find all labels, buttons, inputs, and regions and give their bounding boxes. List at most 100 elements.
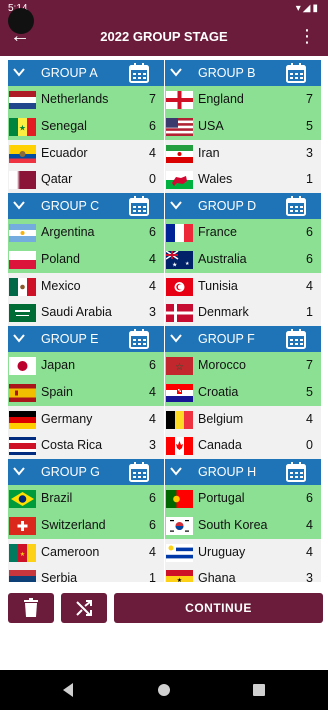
team-row[interactable]: Portugal 6	[165, 485, 321, 512]
team-row[interactable]: ☆ Morocco 7	[165, 352, 321, 379]
team-row[interactable]: Wales 1	[165, 166, 321, 193]
chevron-down-icon[interactable]	[169, 65, 183, 79]
group-card: GROUP B England 7 USA 5 Iran 3 Wales 1	[165, 60, 321, 193]
calendar-icon[interactable]	[285, 328, 307, 350]
team-row[interactable]: Netherlands 7	[8, 86, 164, 113]
team-points: 0	[306, 438, 313, 453]
team-row[interactable]: Denmark 1	[165, 299, 321, 326]
team-row[interactable]: USA 5	[165, 112, 321, 140]
team-row[interactable]: England 7	[165, 86, 321, 113]
team-points: 4	[149, 145, 156, 160]
flag-wa-icon	[166, 171, 193, 190]
chevron-down-icon[interactable]	[12, 464, 26, 478]
team-row[interactable]: Spain 4	[8, 378, 164, 406]
team-points: 1	[149, 571, 156, 582]
team-row[interactable]: Tunisia 4	[165, 272, 321, 300]
calendar-icon[interactable]	[128, 62, 150, 84]
nav-recents-icon[interactable]	[249, 680, 269, 700]
action-bar: CONTINUE	[0, 585, 328, 670]
team-points: 6	[149, 358, 156, 372]
group-header[interactable]: GROUP F	[165, 326, 321, 352]
team-name: Qatar	[41, 172, 73, 187]
team-row[interactable]: Brazil 6	[8, 485, 164, 512]
calendar-icon[interactable]	[128, 328, 150, 350]
team-row[interactable]: Belgium 4	[165, 405, 321, 433]
team-row[interactable]: Serbia 1	[8, 565, 164, 582]
shuffle-button[interactable]	[61, 593, 107, 623]
calendar-icon[interactable]	[285, 195, 307, 217]
team-row[interactable]: Iran 3	[165, 139, 321, 167]
team-points: 6	[306, 225, 313, 239]
group-card: GROUP D France 6 ★ ★ Australia 6 Tunisia …	[165, 193, 321, 326]
team-name: Iran	[198, 145, 220, 160]
group-header[interactable]: GROUP E	[8, 326, 164, 352]
flag-sa-icon	[9, 304, 36, 323]
group-card: GROUP H Portugal 6 South Korea 4 Uruguay…	[165, 459, 321, 582]
group-header[interactable]: GROUP H	[165, 459, 321, 485]
calendar-icon[interactable]	[128, 195, 150, 217]
team-row[interactable]: ★ Cameroon 4	[8, 538, 164, 566]
group-header[interactable]: GROUP A	[8, 60, 164, 86]
group-header[interactable]: GROUP C	[8, 193, 164, 219]
team-name: France	[198, 225, 237, 239]
team-name: Uruguay	[198, 544, 246, 559]
chevron-down-icon[interactable]	[12, 331, 26, 345]
group-header[interactable]: GROUP B	[165, 60, 321, 86]
team-row[interactable]: Uruguay 4	[165, 538, 321, 566]
team-row[interactable]: ★ Ghana 3	[165, 565, 321, 582]
team-points: 4	[306, 411, 313, 426]
status-bar: 5:14 ▾◢▮	[0, 0, 328, 34]
team-row[interactable]: Croatia 5	[165, 378, 321, 406]
team-row[interactable]: South Korea 4	[165, 511, 321, 539]
group-pair: GROUP E Japan 6 Spain 4 Germany 4 Costa …	[8, 326, 321, 459]
more-vert-icon[interactable]: ⋮	[298, 24, 316, 48]
team-points: 3	[149, 438, 156, 453]
team-points: 6	[149, 225, 156, 239]
chevron-down-icon[interactable]	[169, 464, 183, 478]
wifi-icon: ▾	[295, 3, 303, 14]
continue-button[interactable]: CONTINUE	[114, 593, 323, 623]
flag-en-icon	[166, 91, 193, 109]
team-row[interactable]: Mexico 4	[8, 272, 164, 300]
team-name: Netherlands	[41, 92, 109, 106]
team-row[interactable]: ★ Senegal 6	[8, 112, 164, 140]
flag-pl-icon	[9, 250, 36, 269]
team-row[interactable]: Saudi Arabia 3	[8, 299, 164, 326]
calendar-icon[interactable]	[285, 62, 307, 84]
flag-tn-icon	[166, 277, 193, 296]
svg-text:☆: ☆	[175, 362, 184, 373]
group-name: GROUP D	[198, 199, 257, 213]
team-row[interactable]: Qatar 0	[8, 166, 164, 193]
chevron-down-icon[interactable]	[12, 198, 26, 212]
group-header[interactable]: GROUP D	[165, 193, 321, 219]
team-name: Morocco	[198, 358, 246, 372]
team-row[interactable]: Poland 4	[8, 245, 164, 273]
calendar-icon[interactable]	[285, 461, 307, 483]
team-row[interactable]: Canada 0	[165, 432, 321, 459]
nav-back-icon[interactable]	[58, 680, 78, 700]
team-row[interactable]: France 6	[165, 219, 321, 246]
chevron-down-icon[interactable]	[12, 65, 26, 79]
team-row[interactable]: Germany 4	[8, 405, 164, 433]
team-row[interactable]: Japan 6	[8, 352, 164, 379]
team-points: 1	[306, 305, 313, 320]
group-card: GROUP A Netherlands 7 ★ Senegal 6 Ecuado…	[8, 60, 164, 193]
chevron-down-icon[interactable]	[169, 198, 183, 212]
team-row[interactable]: Ecuador 4	[8, 139, 164, 167]
team-points: 1	[306, 172, 313, 187]
groups-list[interactable]: GROUP A Netherlands 7 ★ Senegal 6 Ecuado…	[8, 60, 321, 582]
chevron-down-icon[interactable]	[169, 331, 183, 345]
team-row[interactable]: ★ ★ Australia 6	[165, 245, 321, 273]
team-row[interactable]: Switzerland 6	[8, 511, 164, 539]
team-points: 4	[306, 544, 313, 559]
group-header[interactable]: GROUP G	[8, 459, 164, 485]
delete-button[interactable]	[8, 593, 54, 623]
group-name: GROUP B	[198, 66, 256, 80]
calendar-icon[interactable]	[128, 461, 150, 483]
team-points: 6	[149, 118, 156, 133]
flag-cr-icon	[9, 437, 36, 456]
team-row[interactable]: Costa Rica 3	[8, 432, 164, 459]
nav-home-icon[interactable]	[154, 680, 174, 700]
team-name: Wales	[198, 172, 233, 187]
team-row[interactable]: Argentina 6	[8, 219, 164, 246]
